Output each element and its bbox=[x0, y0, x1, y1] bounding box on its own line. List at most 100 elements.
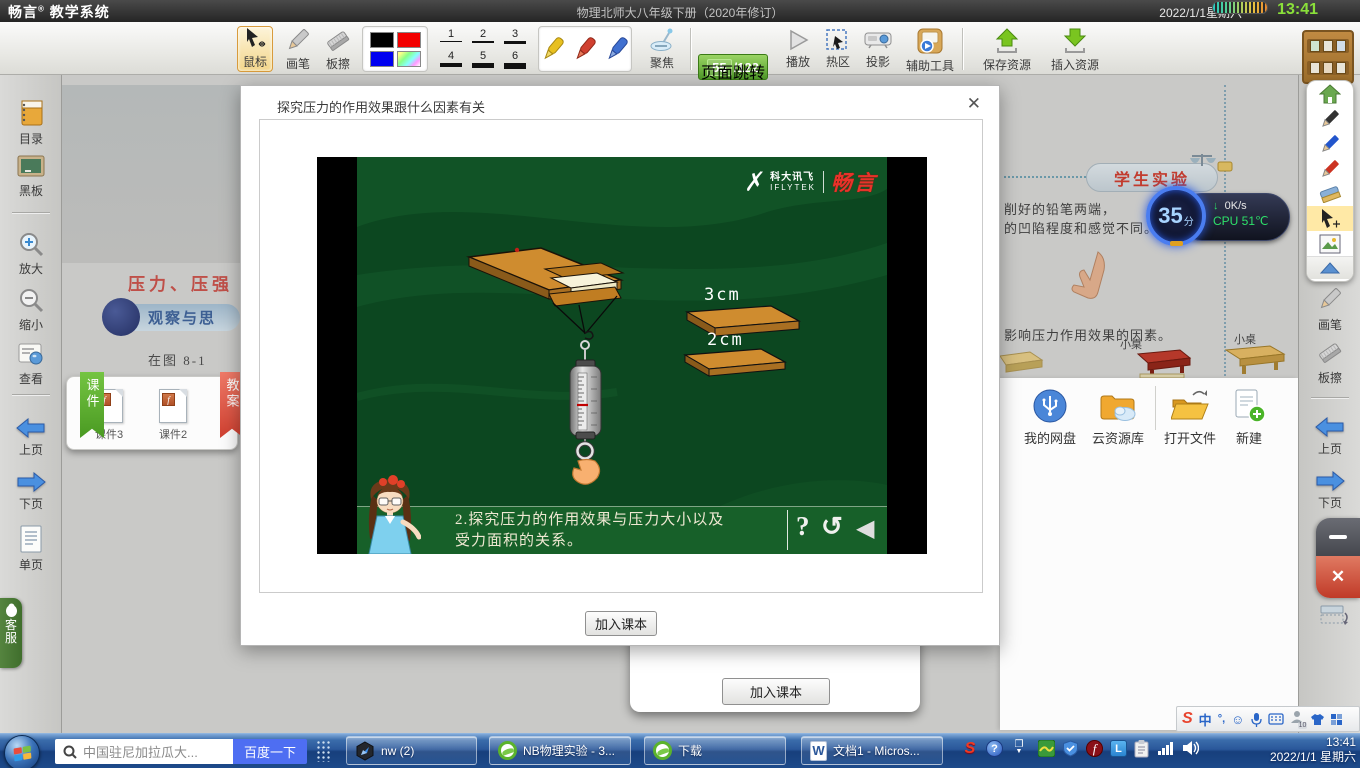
zoom-out-icon bbox=[18, 287, 44, 313]
my-netdisk-button[interactable]: 我的网盘 bbox=[1012, 388, 1088, 447]
bookshelf-button[interactable] bbox=[1302, 30, 1354, 84]
dialog-close-button[interactable]: ✕ bbox=[967, 94, 981, 114]
baidu-search-button[interactable]: 百度一下 bbox=[233, 739, 307, 764]
sidebar-item-blackboard[interactable]: 黑板 bbox=[0, 155, 62, 199]
lang-chinese-toggle[interactable]: 中 bbox=[1199, 710, 1212, 729]
taskbar-item-nw[interactable]: nw (2) bbox=[346, 736, 477, 765]
tool-focus[interactable]: 聚焦 bbox=[642, 28, 682, 71]
cloud-library-button[interactable]: 云资源库 bbox=[1080, 388, 1156, 447]
microphone-icon[interactable] bbox=[1250, 712, 1262, 727]
minimize-button[interactable] bbox=[1316, 518, 1360, 556]
new-file-button[interactable]: 新建 bbox=[1216, 388, 1282, 447]
weight-3[interactable]: 3 bbox=[500, 28, 530, 44]
tool-insert-resource[interactable]: 插入资源 bbox=[1044, 28, 1106, 73]
start-button[interactable] bbox=[4, 735, 40, 768]
user-icon[interactable]: 10 bbox=[1290, 710, 1304, 729]
sidebar-item-toc[interactable]: 目录 bbox=[0, 99, 62, 147]
color-blue-swatch[interactable] bbox=[370, 51, 394, 67]
page-jump-label[interactable]: 页面跳转 bbox=[690, 59, 776, 83]
marker-red-icon[interactable] bbox=[572, 34, 598, 64]
punctuation-toggle[interactable]: °, bbox=[1218, 713, 1225, 725]
tray-shield-icon[interactable] bbox=[1062, 740, 1079, 757]
class-monitor-widget[interactable]: ↓ 0K/s CPU 51℃ 35 分 bbox=[1146, 186, 1290, 248]
marker-blue-icon[interactable] bbox=[604, 34, 630, 64]
cursor-button[interactable] bbox=[1307, 206, 1353, 231]
tray-sogou-icon[interactable]: S bbox=[961, 740, 979, 758]
emoji-button[interactable]: ☺ bbox=[1231, 712, 1244, 727]
tray-clipboard-icon[interactable] bbox=[1134, 740, 1149, 758]
tool-aux[interactable]: 辅助工具 bbox=[902, 27, 958, 74]
eraser-icon bbox=[325, 27, 351, 53]
tool-pen[interactable]: 画笔 bbox=[280, 27, 316, 72]
tray-map-icon[interactable] bbox=[1038, 740, 1055, 757]
collapse-panel-button[interactable] bbox=[1307, 256, 1353, 279]
keyboard-icon[interactable] bbox=[1268, 713, 1284, 725]
flash-stage: ✗ 科大讯飞 IFLYTEK 畅言 3cm 2cm bbox=[357, 157, 887, 554]
tray-signal-icon[interactable] bbox=[1158, 740, 1173, 755]
screen-switch-button[interactable] bbox=[1320, 605, 1350, 627]
sidebar-item-zoom-out[interactable]: 缩小 bbox=[0, 287, 62, 333]
tray-expand-icon[interactable]: ❐▼ bbox=[1012, 740, 1026, 756]
tray-help-icon[interactable]: ? bbox=[986, 740, 1003, 757]
tab-courseware[interactable]: 课件 bbox=[80, 372, 104, 438]
eraser-button[interactable] bbox=[1307, 181, 1353, 206]
tray-speaker-icon[interactable] bbox=[1182, 740, 1199, 756]
flash-player[interactable]: ✗ 科大讯飞 IFLYTEK 畅言 3cm 2cm bbox=[317, 157, 927, 554]
tray-clock[interactable]: 13:41 2022/1/1 星期六 bbox=[1262, 735, 1356, 765]
tool-save-resource[interactable]: 保存资源 bbox=[976, 28, 1038, 73]
sidebar-item-zoom-in[interactable]: 放大 bbox=[0, 231, 62, 277]
sidebar-item-next-page[interactable]: 下页 bbox=[0, 472, 62, 512]
textbook-line1: 削好的铅笔两端， bbox=[1004, 199, 1116, 218]
tray-lol-icon[interactable]: L bbox=[1110, 740, 1127, 757]
divider bbox=[12, 212, 50, 213]
single-page-icon bbox=[19, 525, 43, 553]
weight-5[interactable]: 5 bbox=[468, 50, 498, 68]
replay-button[interactable]: ↺ bbox=[821, 513, 843, 539]
tool-mouse[interactable]: 鼠标 bbox=[237, 26, 273, 72]
floating-tool-panel bbox=[1306, 80, 1354, 282]
tool-eraser[interactable]: 板擦 bbox=[320, 27, 356, 72]
customer-service-tab[interactable]: 客服 bbox=[0, 598, 22, 668]
titlebar: 畅言® 教学系统 物理北师大八年级下册（2020年修订） 2022/1/1星期六… bbox=[0, 0, 1360, 22]
right-item-next-page[interactable]: 下页 bbox=[1299, 471, 1360, 511]
taskbar-item-nb-physics[interactable]: NB物理实验 - 3... bbox=[489, 736, 631, 765]
sidebar-item-view[interactable]: 查看 bbox=[0, 341, 62, 387]
weight-6[interactable]: 6 bbox=[500, 50, 530, 69]
color-black-swatch[interactable] bbox=[370, 32, 394, 48]
toolbox-grid-icon[interactable] bbox=[1331, 714, 1342, 725]
right-item-eraser[interactable]: 板擦 bbox=[1299, 338, 1360, 386]
right-item-pen[interactable]: 画笔 bbox=[1299, 285, 1360, 333]
prev-step-button[interactable]: ◀ bbox=[856, 517, 874, 541]
color-red-swatch[interactable] bbox=[397, 32, 421, 48]
taskbar-item-word[interactable]: W 文档1 - Micros... bbox=[801, 736, 943, 765]
image-button[interactable] bbox=[1307, 231, 1353, 256]
close-button[interactable]: ✕ bbox=[1316, 556, 1360, 598]
pen-blue-button[interactable] bbox=[1307, 131, 1353, 156]
taskbar-item-download[interactable]: 下载 bbox=[644, 736, 786, 765]
help-button[interactable]: ? bbox=[796, 513, 810, 540]
right-item-prev-page[interactable]: 上页 bbox=[1299, 417, 1360, 457]
weight-1[interactable]: 1 bbox=[436, 28, 466, 42]
color-rainbow-swatch[interactable] bbox=[397, 51, 421, 67]
add-to-book-button-background[interactable]: 加入课本 bbox=[722, 678, 830, 705]
home-button[interactable] bbox=[1307, 81, 1353, 106]
tray-flash-icon[interactable]: f bbox=[1086, 740, 1103, 757]
tool-play[interactable]: 播放 bbox=[780, 29, 816, 70]
skin-shirt-icon[interactable] bbox=[1310, 713, 1325, 726]
pen-red-button[interactable] bbox=[1307, 156, 1353, 181]
courseware-file-2[interactable]: f 课件2 bbox=[159, 389, 187, 442]
weight-4[interactable]: 4 bbox=[436, 50, 466, 67]
pen-black-button[interactable] bbox=[1307, 106, 1353, 131]
sogou-icon[interactable]: S bbox=[1182, 710, 1193, 728]
sidebar-item-single-page[interactable]: 单页 bbox=[0, 525, 62, 573]
search-query[interactable]: 中国驻尼加拉瓜大... bbox=[83, 742, 198, 761]
taskbar-search-box[interactable]: 中国驻尼加拉瓜大... bbox=[55, 739, 233, 764]
spotlight-icon bbox=[649, 28, 675, 52]
sidebar-item-prev-page[interactable]: 上页 bbox=[0, 418, 62, 458]
tool-hotzone[interactable]: 热区 bbox=[820, 29, 856, 70]
tool-projector[interactable]: 投影 bbox=[858, 29, 898, 70]
nw-app-icon bbox=[355, 741, 375, 761]
marker-yellow-icon[interactable] bbox=[540, 34, 566, 64]
add-to-book-button[interactable]: 加入课本 bbox=[585, 611, 657, 636]
weight-2[interactable]: 2 bbox=[468, 28, 498, 43]
